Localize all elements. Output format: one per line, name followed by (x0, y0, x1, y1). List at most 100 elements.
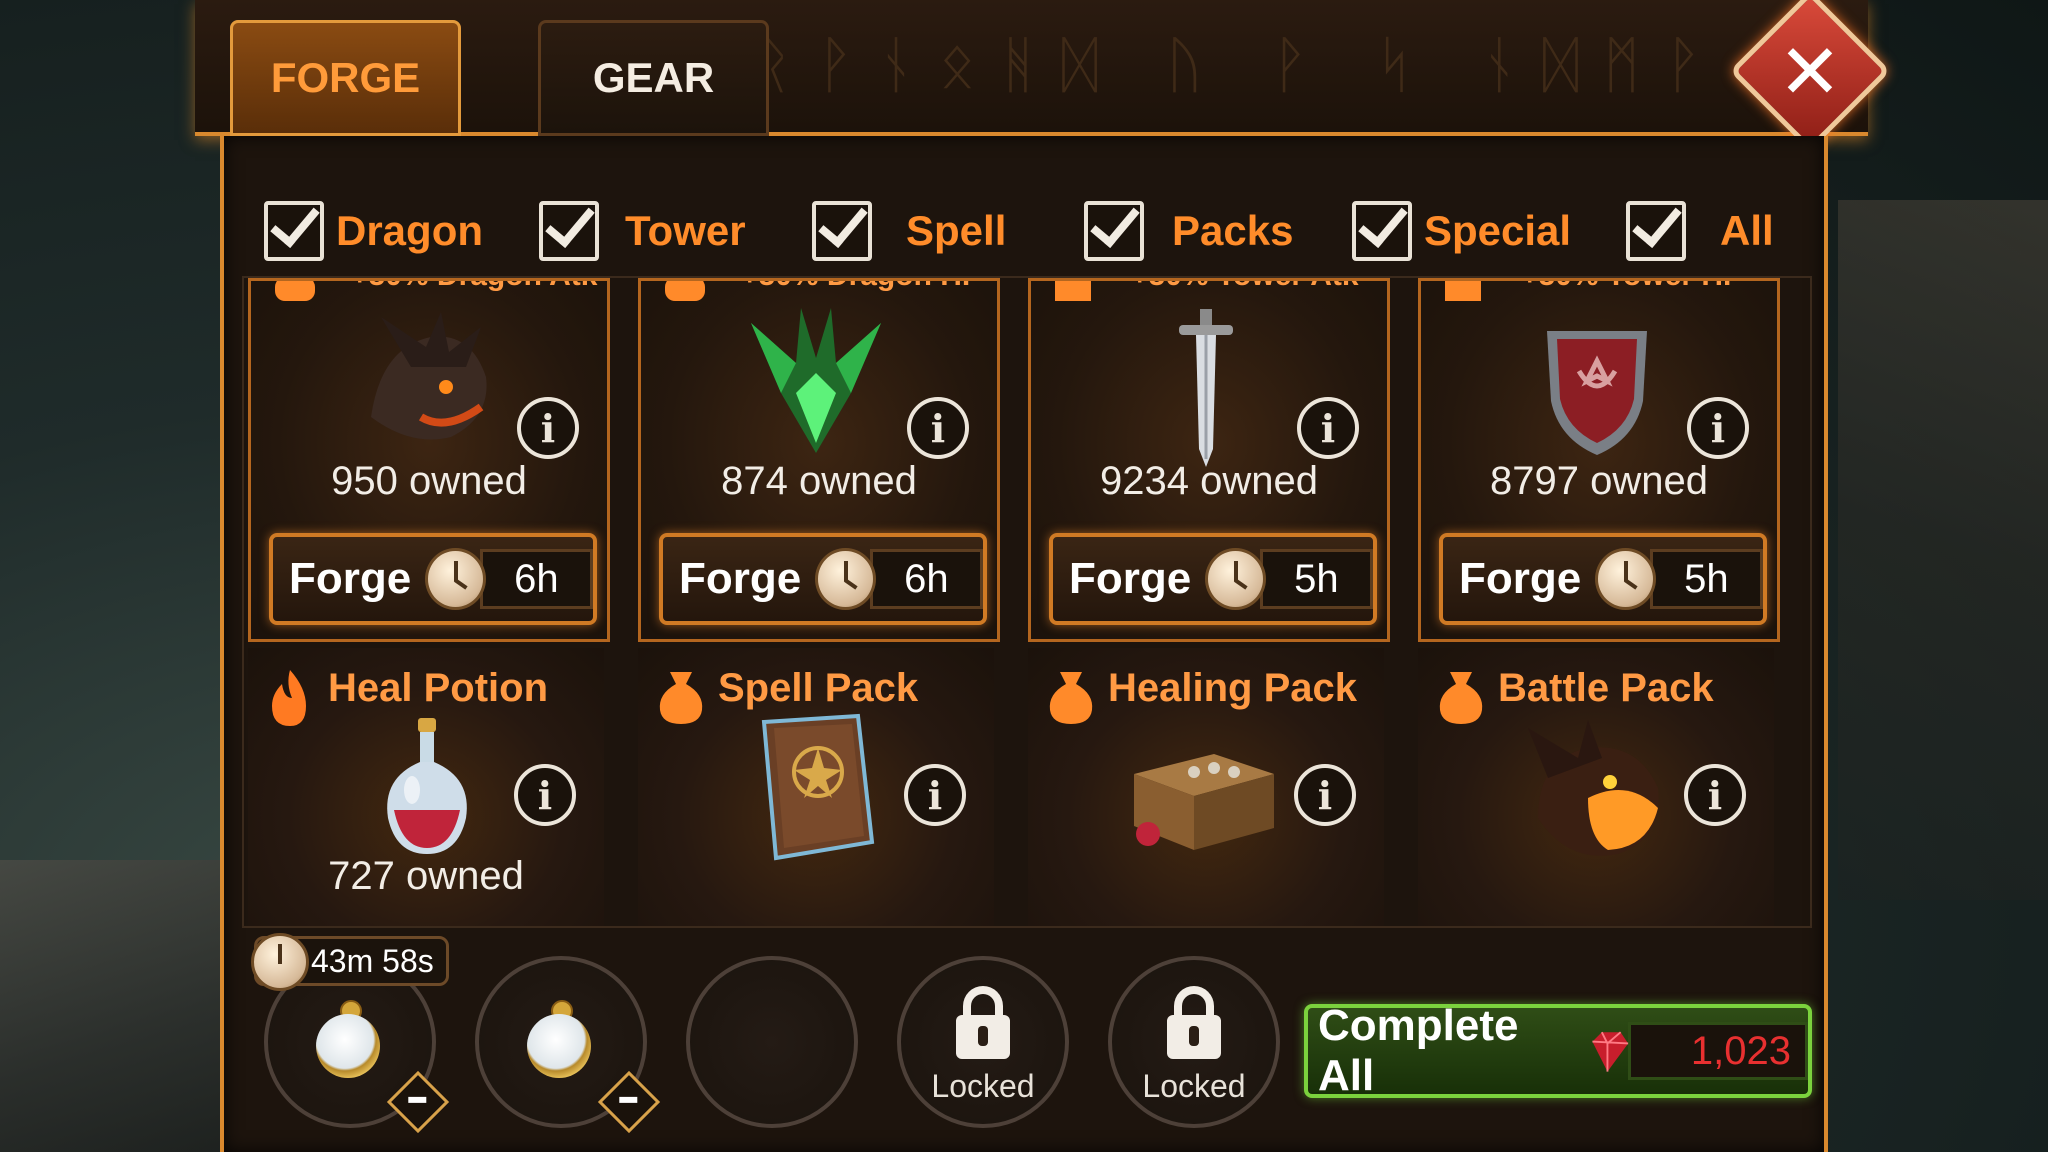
pack-title: Spell Pack (718, 666, 919, 710)
filter-label: Spell (906, 207, 1007, 254)
queue-slot-4-locked[interactable]: Locked (897, 956, 1069, 1128)
queue-slot-5-locked[interactable]: Locked (1108, 956, 1280, 1128)
owned-count: 9234 owned (1100, 459, 1318, 503)
remove-button[interactable] (386, 1070, 450, 1134)
filter-dragon[interactable]: Dragon (264, 196, 483, 266)
pack-card-heal-potion: Heal Potion i 727 owned (248, 648, 604, 926)
stopwatch-icon (527, 1014, 591, 1078)
forge-button[interactable]: Forge 5h (1439, 533, 1767, 625)
clock-icon (1205, 548, 1266, 610)
complete-all-button[interactable]: Complete All 1,023 (1304, 1001, 1812, 1100)
forge-card-tower-atk: +50% Tower Atk i 9234 owned Forge 5h (1028, 278, 1390, 642)
info-button[interactable]: i (1297, 397, 1359, 459)
checkbox-icon (1084, 201, 1144, 261)
spellbook-icon (761, 713, 875, 861)
pouch-icon (1049, 672, 1093, 724)
forge-button[interactable]: Forge 6h (659, 533, 987, 625)
tower-icon (1445, 281, 1481, 301)
clock-icon (1595, 548, 1656, 610)
locked-label: Locked (1142, 1068, 1246, 1104)
card-title: +50% Dragon HP (741, 281, 982, 293)
crate-icon (1134, 754, 1274, 850)
info-button[interactable]: i (517, 397, 579, 459)
pack-title: Heal Potion (328, 666, 549, 710)
pack-card-healing-pack: Healing Pack i (1028, 648, 1384, 926)
owned-count: 950 owned (331, 459, 527, 503)
forge-time: 5h (1649, 549, 1763, 609)
complete-all-label: Complete All (1318, 1001, 1519, 1100)
card-title: +50% Dragon Atk (351, 281, 597, 293)
forge-label: Forge (1069, 554, 1192, 603)
panel-header: ᚱᚹᚾᛟᚻᛞ ᚢ ᚹ ᛋ ᚾᛞᛗᚹ FORGE GEAR (195, 0, 1868, 136)
locked-label: Locked (931, 1068, 1035, 1104)
checkbox-icon (812, 201, 872, 261)
green-dragon-head-icon (751, 308, 881, 453)
dragon-head-icon (665, 281, 705, 301)
sword-icon (1179, 309, 1233, 467)
pack-title: Healing Pack (1108, 666, 1358, 710)
stopwatch-icon (316, 1014, 380, 1078)
forge-label: Forge (1459, 554, 1582, 603)
checkbox-icon (539, 201, 599, 261)
info-button[interactable]: i (514, 764, 576, 826)
shield-icon (1547, 331, 1647, 455)
background-scenery-right (1838, 200, 2048, 900)
owned-count: 874 owned (721, 459, 917, 503)
filter-special[interactable]: Special (1352, 196, 1571, 266)
forge-time: 6h (869, 549, 983, 609)
tab-gear[interactable]: GEAR (538, 20, 769, 136)
fire-dragon-head-icon (1528, 720, 1659, 856)
info-button[interactable]: i (1684, 764, 1746, 826)
forge-card-dragon-atk: +50% Dragon Atk i 950 owned Forge 6h (248, 278, 610, 642)
forge-label: Forge (679, 554, 802, 603)
forge-label: Forge (289, 554, 412, 603)
potion-icon (387, 718, 467, 854)
pouch-icon (1439, 672, 1483, 724)
card-title: +50% Tower Atk (1131, 281, 1359, 293)
info-button[interactable]: i (904, 764, 966, 826)
clock-icon (251, 933, 309, 991)
forge-card-tower-hp: +50% Tower HP i 8797 owned Forge 5h (1418, 278, 1780, 642)
forge-button[interactable]: Forge 5h (1049, 533, 1377, 625)
filter-tower[interactable]: Tower (539, 196, 746, 266)
filter-all[interactable]: All (1626, 196, 1774, 266)
info-button[interactable]: i (907, 397, 969, 459)
pack-card-battle-pack: Battle Pack i (1418, 648, 1774, 926)
pack-card-spell-pack: Spell Pack i (638, 648, 994, 926)
queue-slot-3-empty[interactable] (686, 956, 858, 1128)
filter-spell[interactable]: Spell (812, 196, 1006, 266)
card-title: +50% Tower HP (1521, 281, 1743, 293)
queue-timer: 43m 58s (251, 933, 449, 991)
tab-forge[interactable]: FORGE (230, 20, 461, 136)
filter-label: Tower (625, 207, 746, 254)
filter-label: Packs (1172, 207, 1294, 254)
gem-cost: 1,023 (1628, 1022, 1809, 1080)
panel-body: Dragon Tower Spell Packs Special All +50… (220, 136, 1828, 1152)
filter-label: Dragon (336, 207, 483, 254)
filter-label: All (1720, 207, 1774, 254)
forge-card-dragon-hp: +50% Dragon HP i 874 owned Forge 6h (638, 278, 1000, 642)
forge-button[interactable]: Forge 6h (269, 533, 597, 625)
queue-slot-2[interactable] (475, 956, 661, 1134)
checkbox-icon (1352, 201, 1412, 261)
dragon-head-icon (371, 312, 487, 440)
header-runes-decoration: ᚱᚹᚾᛟᚻᛞ ᚢ ᚹ ᛋ ᚾᛞᛗᚹ (755, 28, 1726, 98)
tower-icon (1055, 281, 1091, 301)
forge-panel: ᚱᚹᚾᛟᚻᛞ ᚢ ᚹ ᛋ ᚾᛞᛗᚹ FORGE GEAR ✕ Dragon To… (195, 0, 1891, 1152)
dragon-head-icon (275, 281, 315, 301)
checkbox-icon (1626, 201, 1686, 261)
checkbox-icon (264, 201, 324, 261)
info-button[interactable]: i (1294, 764, 1356, 826)
clock-icon (425, 548, 486, 610)
gem-icon (1592, 1031, 1629, 1072)
forge-time: 6h (479, 549, 593, 609)
owned-count: 8797 owned (1490, 459, 1708, 503)
flame-icon (272, 670, 306, 726)
remove-button[interactable] (597, 1070, 661, 1134)
timer-text: 43m 58s (311, 942, 434, 979)
clock-icon (815, 548, 876, 610)
info-button[interactable]: i (1687, 397, 1749, 459)
item-grid[interactable]: +50% Dragon Atk i 950 owned Forge 6h +50… (242, 276, 1812, 928)
filter-label: Special (1424, 207, 1572, 254)
filter-packs[interactable]: Packs (1084, 196, 1293, 266)
